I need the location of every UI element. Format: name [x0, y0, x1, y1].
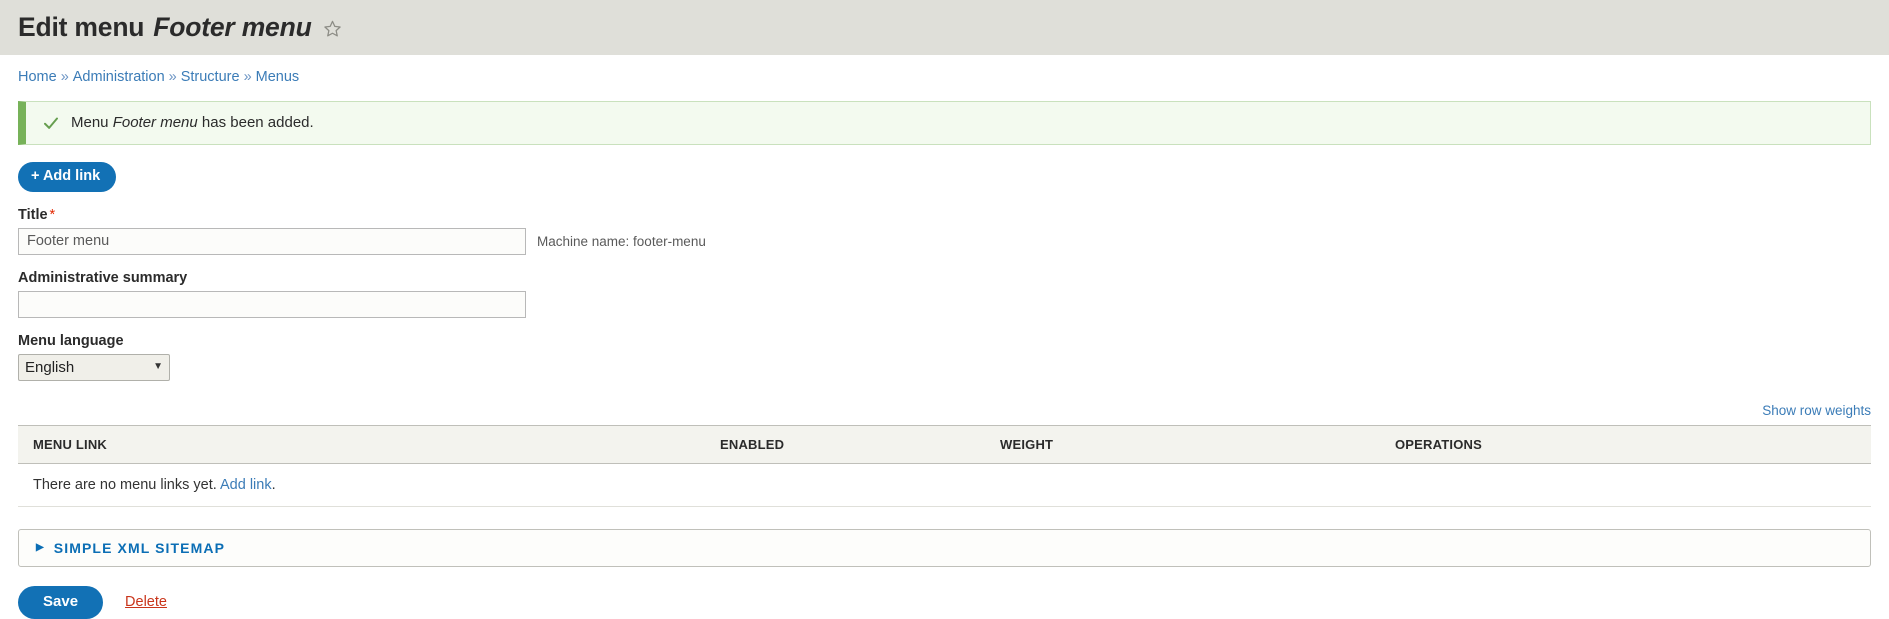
page-body: Home» Administration» Structure» Menus Menu… [0, 55, 1889, 619]
column-header-weight: WEIGHT [1000, 436, 1054, 452]
breadcrumb-item-menus[interactable]: Menus [256, 69, 300, 85]
tabledrag-toggle-wrapper: Show row weights [18, 403, 1871, 419]
menu-language-label: Menu language [18, 332, 124, 349]
summary-form-item: Administrative summary [18, 270, 1871, 318]
breadcrumb-separator: » [243, 69, 252, 85]
page-title-entity: Footer menu [153, 12, 312, 42]
breadcrumb-item-home[interactable]: Home [18, 69, 57, 85]
menu-language-selected-value: English [25, 358, 75, 376]
status-message-text-after: has been added. [197, 114, 314, 131]
chevron-down-icon: ▼ [153, 361, 163, 373]
column-header-operations: OPERATIONS [1395, 436, 1482, 452]
form-actions: Save Delete [18, 585, 1871, 619]
page-title-bar: Edit menu Footer menu [0, 0, 1889, 55]
machine-name-label: Machine name: footer-menu [537, 233, 706, 249]
empty-message-cell: There are no menu links yet. Add link. [18, 463, 1871, 507]
simple-xml-sitemap-details: ▶ Simple XML sitemap [18, 528, 1871, 567]
add-link-button[interactable]: + Add link [18, 161, 117, 192]
breadcrumb-separator: » [60, 69, 69, 85]
simple-xml-sitemap-summary-label: Simple XML sitemap [53, 539, 226, 556]
breadcrumb: Home» Administration» Structure» Menus [18, 55, 1871, 85]
title-label: Title * [18, 207, 1871, 223]
messages-region: Menu Footer menu has been added. [18, 100, 1871, 145]
status-message-emphasis: Footer menu [112, 114, 198, 131]
menu-language-select[interactable]: English ▼ [18, 353, 170, 381]
show-row-weights-link[interactable]: Show row weights [1762, 403, 1871, 418]
page-title-prefix: Edit menu [18, 12, 145, 42]
language-form-item: Menu language English ▼ [18, 333, 1871, 381]
required-marker: * [49, 206, 56, 223]
administrative-summary-input[interactable] [18, 290, 526, 318]
breadcrumb-item-administration[interactable]: Administration [73, 69, 165, 85]
table-empty-row: There are no menu links yet. Add link. [18, 463, 1871, 507]
empty-add-link[interactable]: Add link [220, 477, 272, 493]
breadcrumb-separator: » [168, 69, 177, 85]
status-message-text-before: Menu [71, 114, 113, 131]
triangle-right-icon: ▶ [36, 541, 45, 553]
menu-links-table-body: There are no menu links yet. Add link. [18, 463, 1871, 507]
title-form-item: Title* Machine name: footer-menu [18, 207, 1871, 255]
simple-xml-sitemap-summary[interactable]: ▶ Simple XML sitemap [19, 530, 1870, 566]
empty-message-text-after: . [271, 476, 276, 493]
title-label-text: Title [18, 206, 48, 223]
save-button[interactable]: Save [18, 585, 104, 619]
title-row: Machine name: footer-menu [18, 227, 1871, 255]
menu-links-table: MENU LINK ENABLED WEIGHT OPERATIONS Ther… [18, 425, 1871, 507]
column-header-enabled: ENABLED [720, 436, 785, 452]
menu-links-table-head: MENU LINK ENABLED WEIGHT OPERATIONS [18, 425, 1871, 464]
page-title: Edit menu Footer menu [18, 12, 342, 43]
table-header-row: MENU LINK ENABLED WEIGHT OPERATIONS [18, 425, 1871, 464]
column-header-menu-link: MENU LINK [33, 436, 108, 452]
action-links: + Add link [18, 161, 1871, 192]
title-input[interactable] [18, 227, 526, 255]
delete-link[interactable]: Delete [125, 594, 167, 610]
star-outline-icon[interactable] [323, 19, 342, 38]
breadcrumb-item-structure[interactable]: Structure [181, 69, 240, 85]
check-icon [42, 114, 60, 132]
empty-message-text-before: There are no menu links yet. [33, 476, 220, 493]
summary-label: Administrative summary [18, 269, 188, 286]
status-message-text: Menu Footer menu has been added. [71, 114, 314, 131]
details-wrapper: ▶ Simple XML sitemap [18, 528, 1871, 567]
status-message: Menu Footer menu has been added. [18, 100, 1871, 145]
